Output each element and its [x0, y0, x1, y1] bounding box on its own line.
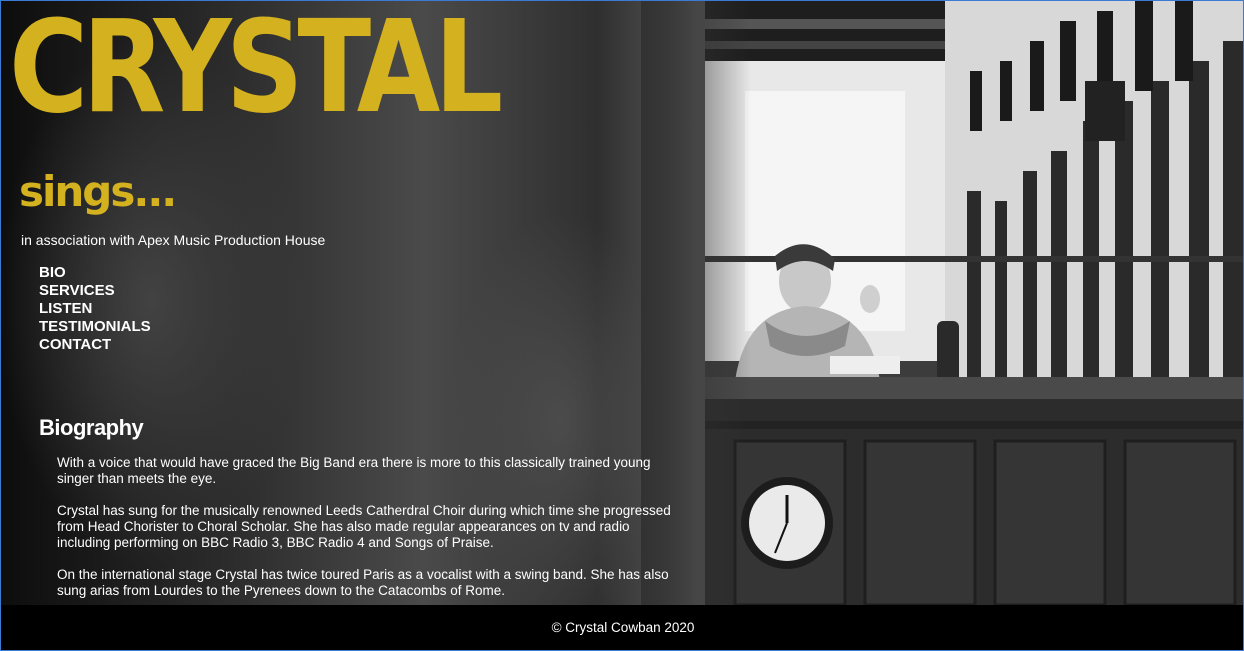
biography-paragraph: On the international stage Crystal has t…	[57, 567, 669, 598]
nav-item-testimonials[interactable]: TESTIMONIALS	[39, 318, 151, 336]
association-text: in association with Apex Music Productio…	[21, 232, 326, 248]
site-title: CRYSTAL	[9, 0, 503, 142]
page-frame: CRYSTAL sings... in association with Ape…	[0, 0, 1244, 651]
biography-section: Biography With a voice that would have g…	[39, 415, 679, 615]
biography-heading: Biography	[39, 415, 144, 440]
nav-item-listen[interactable]: LISTEN	[39, 300, 151, 318]
nav-item-bio[interactable]: BIO	[39, 264, 151, 282]
hero-photo-singer-in-choir-loft	[705, 1, 1243, 605]
copyright-text: © Crystal Cowban 2020	[551, 620, 695, 635]
biography-paragraph: With a voice that would have graced the …	[57, 455, 651, 486]
biography-paragraph: Crystal has sung for the musically renow…	[57, 503, 671, 550]
nav-item-contact[interactable]: CONTACT	[39, 336, 151, 354]
page-footer: © Crystal Cowban 2020	[1, 605, 1243, 650]
main-nav: BIO SERVICES LISTEN TESTIMONIALS CONTACT	[39, 264, 151, 354]
site-subtitle: sings...	[19, 167, 177, 216]
nav-item-services[interactable]: SERVICES	[39, 282, 151, 300]
